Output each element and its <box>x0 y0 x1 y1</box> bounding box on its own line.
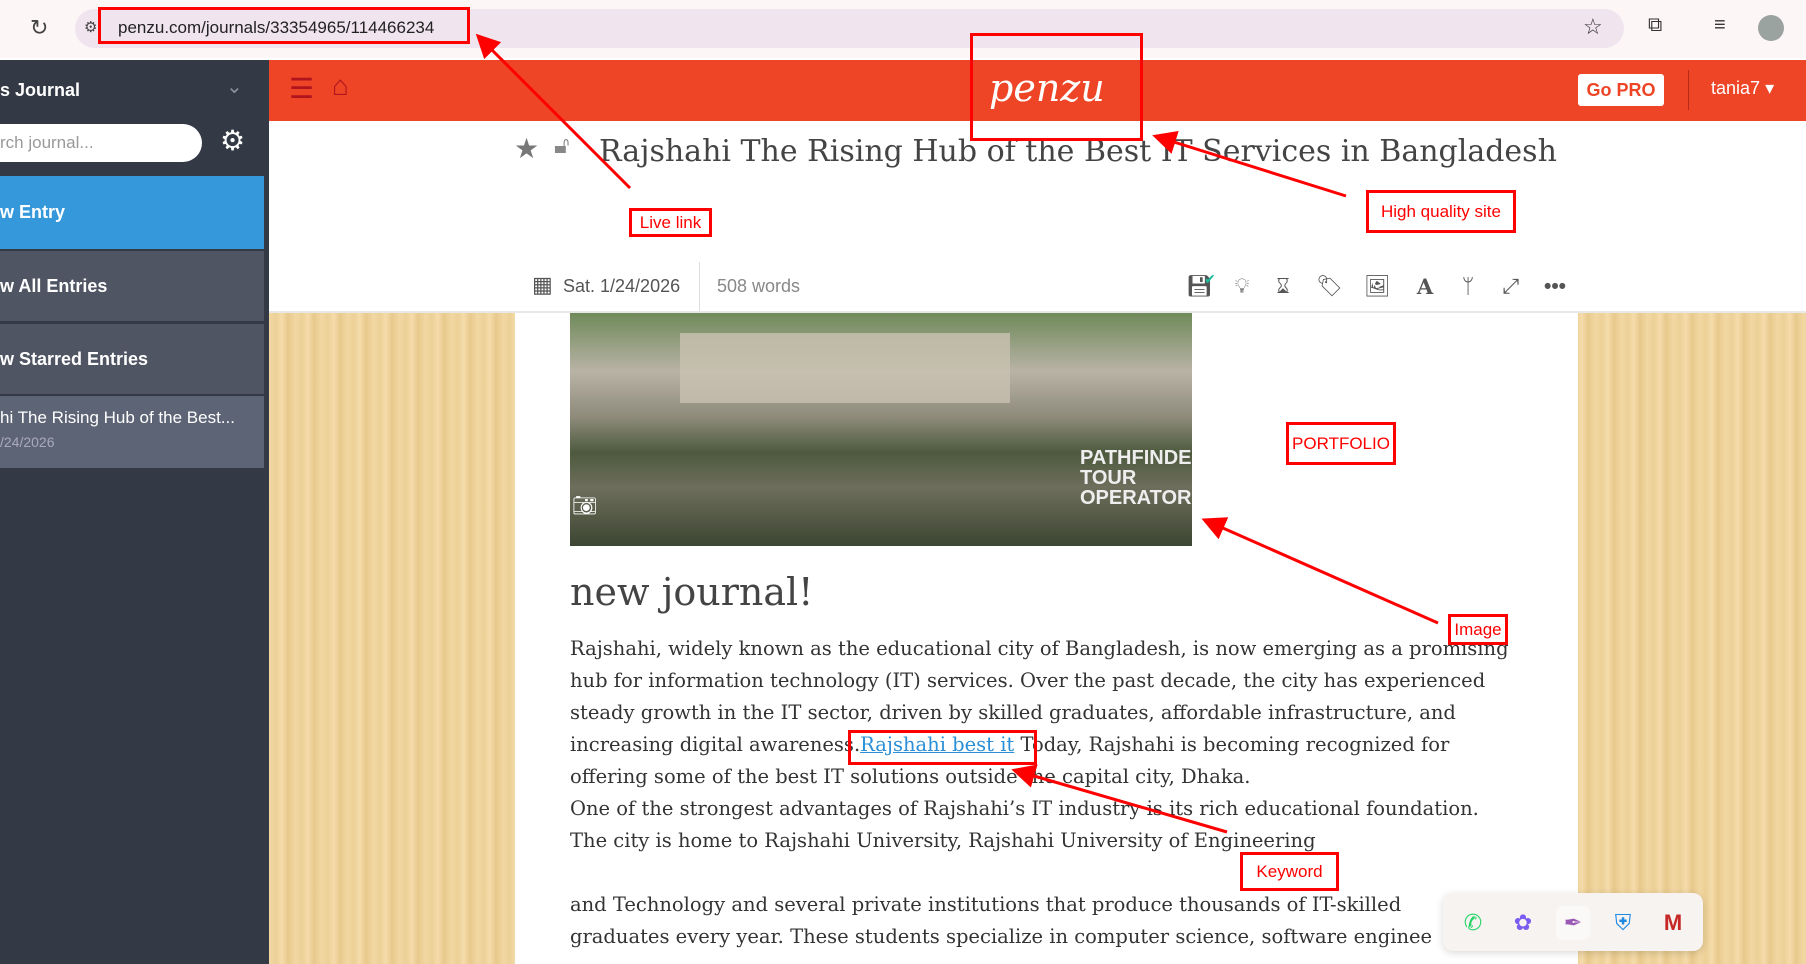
arrow-to-image <box>1201 517 1439 625</box>
arrow-to-logo <box>1152 130 1347 198</box>
arrow-to-url <box>475 33 632 190</box>
arrow-to-keyword <box>1011 764 1228 834</box>
annotation-arrows <box>475 33 1439 834</box>
